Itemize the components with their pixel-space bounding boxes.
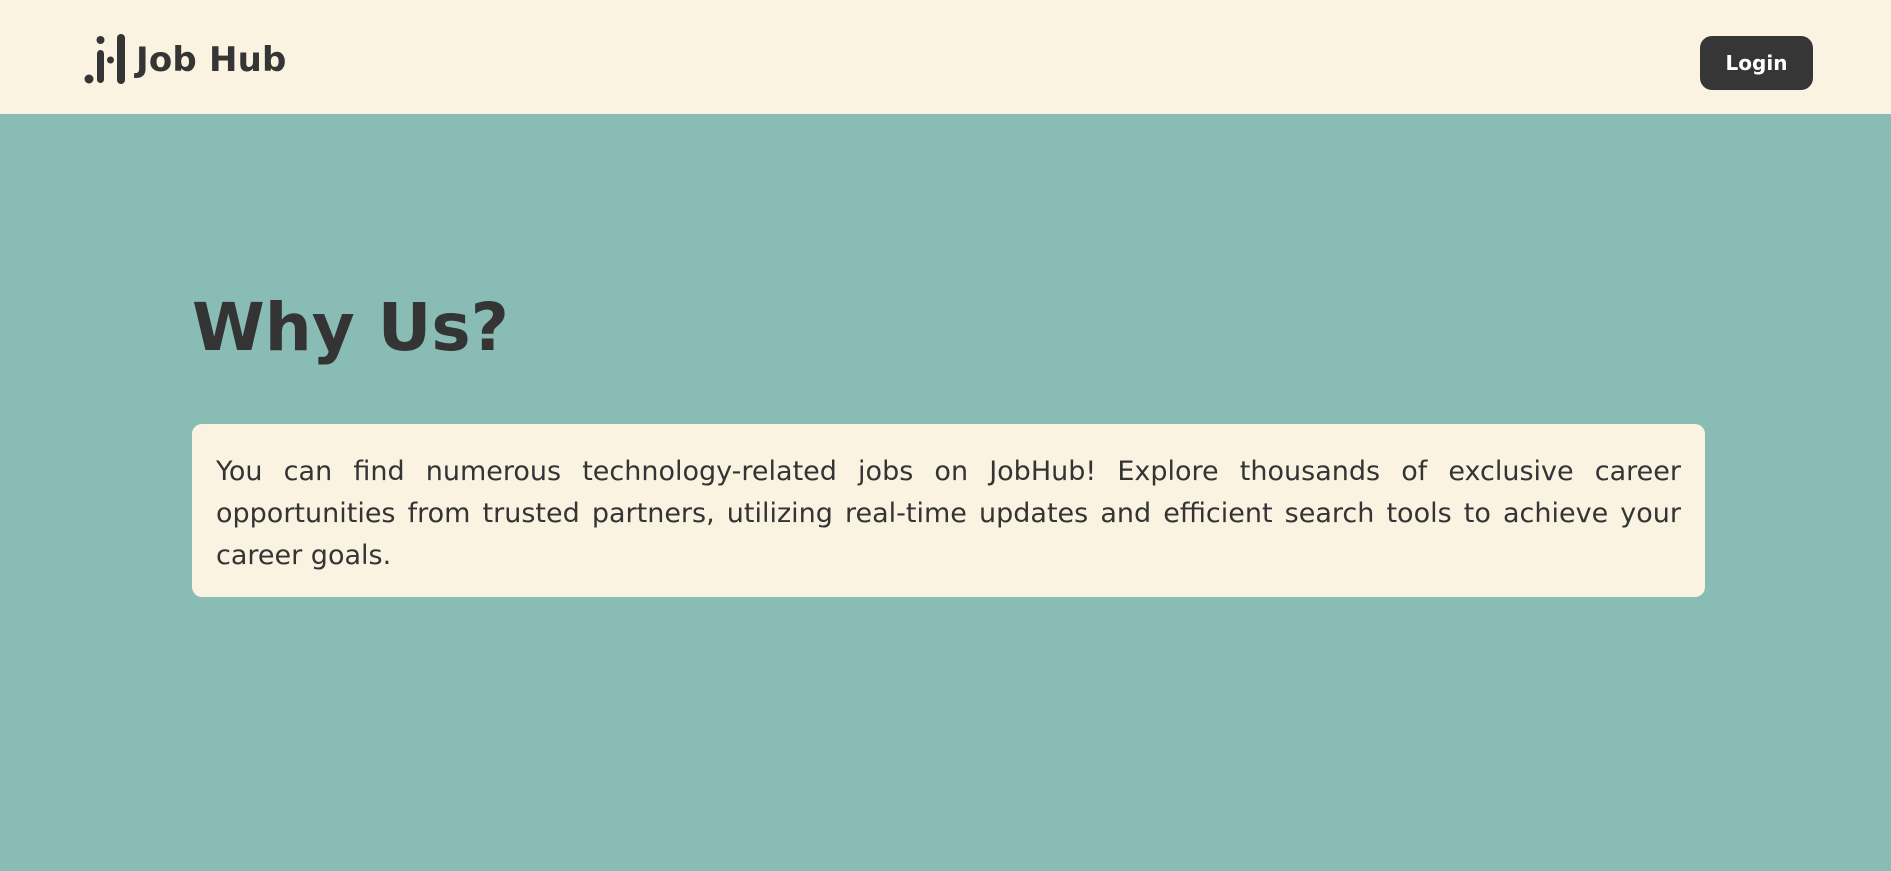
login-button[interactable]: Login [1700, 36, 1813, 90]
brand-link[interactable]: Job Hub [84, 34, 287, 86]
brand-name: Job Hub [136, 40, 287, 80]
info-text: You can find numerous technology-related… [216, 456, 1681, 571]
info-card: You can find numerous technology-related… [192, 424, 1705, 597]
navbar: Job Hub Login [0, 0, 1891, 114]
section-title: Why Us? [192, 289, 509, 366]
why-us-section: Why Us? You can find numerous technology… [0, 114, 1891, 871]
jobhub-logo-icon [84, 34, 125, 84]
